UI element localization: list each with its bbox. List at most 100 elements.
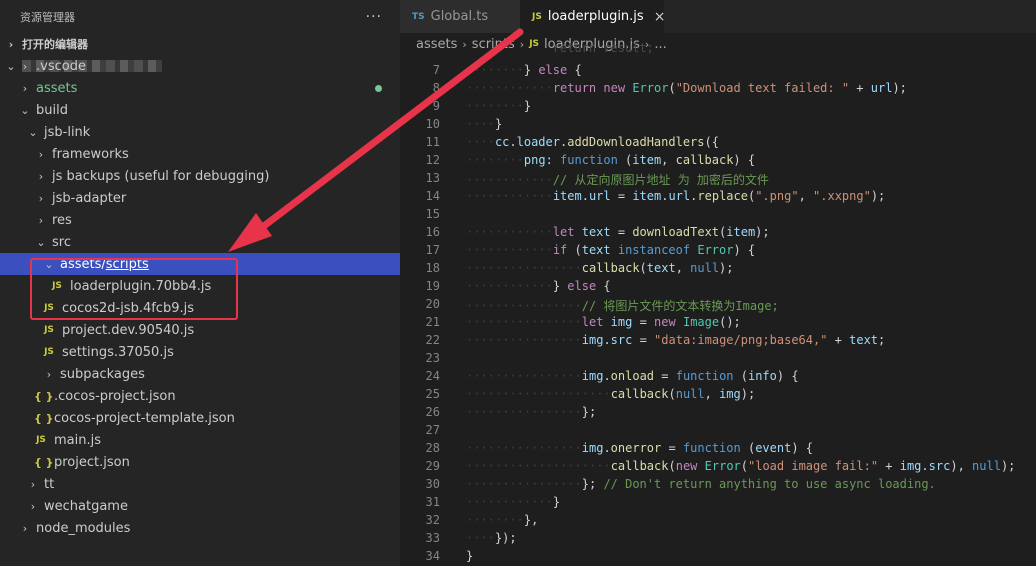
tree-folder[interactable]: › assets <box>0 77 400 99</box>
js-file-icon: JS <box>36 435 46 445</box>
chevron-right-icon: › <box>38 147 44 161</box>
tree-folder[interactable]: ⌄ build <box>0 99 400 121</box>
chevron-right-icon: › <box>30 499 36 513</box>
explorer-title: 资源管理器 <box>20 10 75 24</box>
json-file-icon: { } <box>34 389 54 403</box>
tree-file[interactable]: JS project.dev.90540.js <box>0 319 400 341</box>
ts-file-icon: TS <box>412 11 425 22</box>
line-number: 31 <box>425 495 440 509</box>
code-line: ················// 将图片文件的文本转换为Image; <box>466 299 779 313</box>
code-line: ················img.onerror = function (… <box>466 441 813 455</box>
json-file-icon: { } <box>34 455 54 469</box>
tab-bar: TS Global.ts JS loaderplugin.js × <box>400 0 1036 33</box>
tab-loaderplugin-js[interactable]: JS loaderplugin.js × <box>520 0 666 33</box>
line-number: 34 <box>425 549 440 563</box>
tree-item-label: tt <box>44 476 55 492</box>
line-number: 15 <box>425 207 440 221</box>
line-number: 12 <box>425 153 440 167</box>
line-number: 13 <box>425 171 440 185</box>
code-line: ········} <box>466 99 532 113</box>
code-editor[interactable]: return result; 7 ········} else {8 ·······… <box>400 41 1036 566</box>
tree-folder[interactable]: › res <box>0 209 400 231</box>
tree-folder[interactable]: › subpackages <box>0 363 400 385</box>
chevron-right-icon: › <box>22 521 28 535</box>
chevron-down-icon: ⌄ <box>28 125 38 139</box>
code-line: ············if (text instanceof Error) { <box>466 243 756 257</box>
tree-folder[interactable]: › js backups (useful for debugging) <box>0 165 400 187</box>
close-icon[interactable]: × <box>654 9 666 25</box>
chevron-right-icon: › <box>38 213 44 227</box>
code-line: ················img.onload = function (i… <box>466 369 799 383</box>
js-file-icon: JS <box>44 347 54 357</box>
line-number: 30 <box>425 477 440 491</box>
tree-folder[interactable]: › .vscode <box>0 55 400 77</box>
code-line: ················let img = new Image(); <box>466 315 741 329</box>
line-number: 16 <box>425 225 440 239</box>
code-line: ········} else { <box>466 63 582 77</box>
code-line: ············item.url = item.url.replace(… <box>466 189 886 203</box>
tree-folder[interactable]: › wechatgame <box>0 495 400 517</box>
more-actions-icon[interactable]: ··· <box>366 9 382 25</box>
tree-item-label: jsb-link <box>44 124 91 140</box>
line-number: 17 <box>425 243 440 257</box>
chevron-right-icon: › <box>30 477 36 491</box>
line-number: 24 <box>425 369 440 383</box>
code-line: ············} else { <box>466 279 611 293</box>
line-number: 7 <box>432 63 440 77</box>
code-line: ····} <box>466 117 503 131</box>
code-line: ············} <box>466 495 561 509</box>
line-number: 14 <box>425 189 440 203</box>
line-number: 11 <box>425 135 440 149</box>
line-number: 23 <box>425 351 440 365</box>
code-line: ············return new Error("Download t… <box>466 81 907 95</box>
explorer-sidebar: 资源管理器 ··· › 打开的编辑器 ⌄ › .vscode › assets ⌄ bui… <box>0 0 400 566</box>
tree-file[interactable]: JS settings.37050.js <box>0 341 400 363</box>
tree-file[interactable]: { } cocos-project-template.json <box>0 407 400 429</box>
tab-label: Global.ts <box>430 9 489 24</box>
line-number: 9 <box>432 99 440 113</box>
modified-dot-icon <box>375 85 382 92</box>
js-file-icon: JS <box>532 11 542 22</box>
tab-global-ts[interactable]: TS Global.ts <box>400 0 520 33</box>
tree-item-label: .cocos-project.json <box>54 388 176 404</box>
line-number: 21 <box>425 315 440 329</box>
code-line: ········png: function (item, callback) { <box>466 153 756 167</box>
code-line: ····················callback(new Error("… <box>466 459 1016 473</box>
annotation-highlight-box <box>30 258 238 320</box>
tree-folder[interactable]: ⌄ src <box>0 231 400 253</box>
partial-code-line: return result; <box>466 41 654 55</box>
chevron-right-icon: › <box>38 169 44 183</box>
tree-file[interactable]: { } project.json <box>0 451 400 473</box>
tree-file[interactable]: JS main.js <box>0 429 400 451</box>
chevron-right-icon: › <box>22 59 28 73</box>
code-line: ················}; <box>466 405 597 419</box>
tree-folder[interactable]: › frameworks <box>0 143 400 165</box>
code-line: ····cc.loader.addDownloadHandlers({ <box>466 135 719 149</box>
editor-area: TS Global.ts JS loaderplugin.js × assets… <box>400 0 1036 566</box>
line-number: 29 <box>425 459 440 473</box>
tree-item-label: main.js <box>54 432 101 448</box>
line-number: 25 <box>425 387 440 401</box>
line-number: 22 <box>425 333 440 347</box>
tree-folder[interactable]: › node_modules <box>0 517 400 539</box>
tree-file[interactable]: { } .cocos-project.json <box>0 385 400 407</box>
open-editors-section[interactable]: › 打开的编辑器 <box>0 33 400 55</box>
open-editors-label: 打开的编辑器 <box>22 38 88 51</box>
tree-item-label: js backups (useful for debugging) <box>52 168 270 184</box>
tree-item-label: build <box>36 102 68 118</box>
code-line: ········}, <box>466 513 539 527</box>
chevron-right-icon: › <box>46 367 52 381</box>
chevron-down-icon: ⌄ <box>36 235 46 249</box>
line-number: 18 <box>425 261 440 275</box>
explorer-header: 资源管理器 ··· <box>0 0 400 33</box>
line-number: 27 <box>425 423 440 437</box>
tree-item-label: project.json <box>54 454 130 470</box>
code-line: ············// 从定向原图片地址 为 加密后的文件 <box>466 173 769 187</box>
tree-folder[interactable]: ⌄ jsb-link <box>0 121 400 143</box>
line-number: 20 <box>425 297 440 311</box>
code-line: ················callback(text, null); <box>466 261 734 275</box>
code-line: } <box>466 549 474 563</box>
tree-folder[interactable]: › jsb-adapter <box>0 187 400 209</box>
chevron-down-icon: ⌄ <box>20 103 30 117</box>
tree-folder[interactable]: › tt <box>0 473 400 495</box>
